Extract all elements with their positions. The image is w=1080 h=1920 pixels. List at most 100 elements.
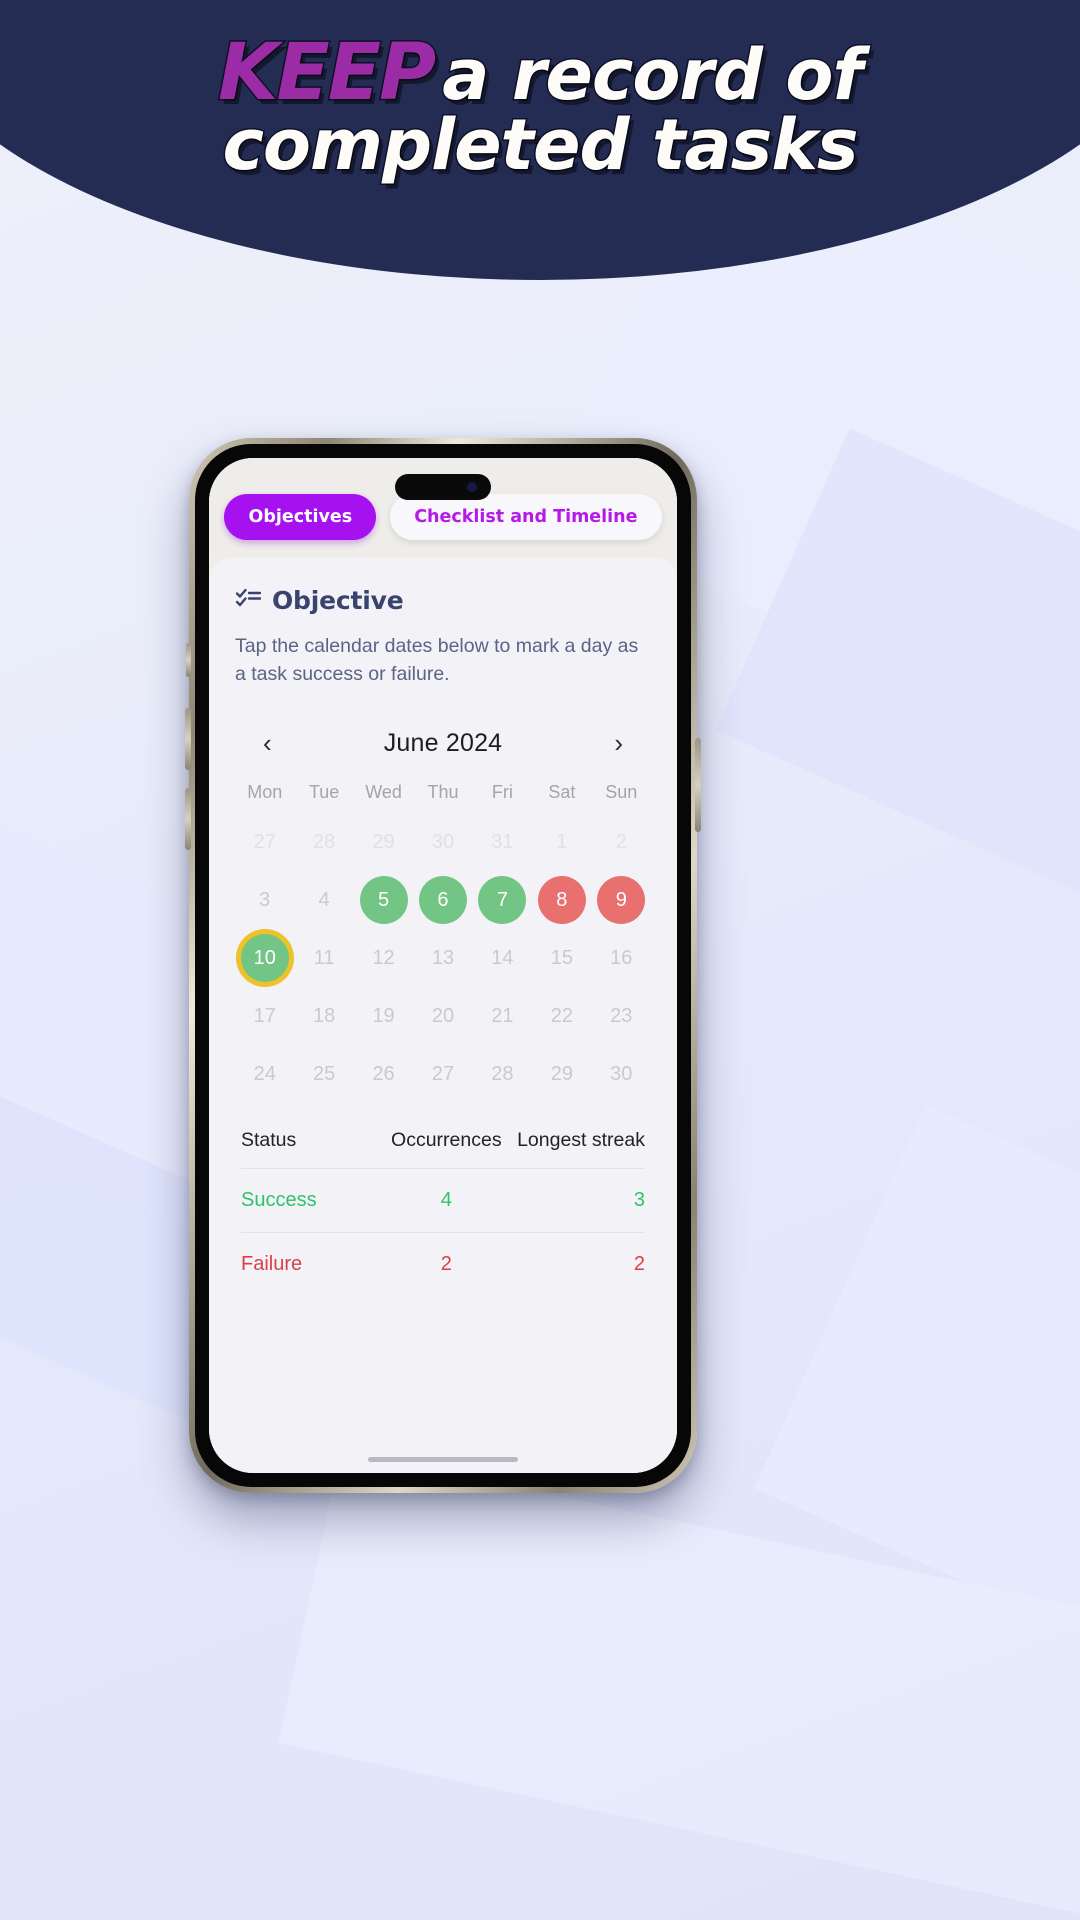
- calendar-day-27[interactable]: 27: [419, 1050, 467, 1098]
- phone-volume-up-button[interactable]: [185, 708, 191, 770]
- calendar-cell[interactable]: 22: [532, 987, 591, 1045]
- calendar-day-grid: 27 28 29 30 31 1 2 3 4 5 6 7 8 9 10 11 12 13 14 15 16 17 18 19 2…: [235, 813, 651, 1103]
- tab-objectives[interactable]: Objectives: [224, 494, 377, 540]
- calendar-day-8[interactable]: 8: [537, 876, 586, 925]
- calendar-day-26[interactable]: 26: [360, 1050, 408, 1098]
- calendar-day-13[interactable]: 13: [419, 934, 467, 982]
- calendar-cell[interactable]: 2: [592, 813, 651, 871]
- calendar-cell[interactable]: 17: [235, 987, 294, 1045]
- calendar-day-29[interactable]: 29: [538, 1050, 586, 1098]
- calendar-cell[interactable]: 23: [592, 987, 651, 1045]
- calendar-cell[interactable]: 8: [532, 871, 591, 929]
- calendar-weekday-sun: Sun: [605, 782, 638, 803]
- chevron-right-icon[interactable]: ›: [604, 726, 633, 760]
- phone-volume-down-button[interactable]: [185, 788, 191, 850]
- calendar-cell[interactable]: 30: [592, 1045, 651, 1103]
- calendar-cell[interactable]: 4: [294, 871, 353, 929]
- stats-col-longest-streak: Longest streak: [517, 1129, 645, 1152]
- calendar-cell[interactable]: 28: [294, 813, 353, 871]
- calendar-day-11[interactable]: 11: [300, 934, 348, 982]
- calendar-day-1[interactable]: 1: [538, 818, 586, 866]
- calendar-day-19[interactable]: 19: [360, 992, 408, 1040]
- calendar-day-9[interactable]: 9: [597, 876, 646, 925]
- calendar-day-16[interactable]: 16: [597, 934, 645, 982]
- calendar-day-20[interactable]: 20: [419, 992, 467, 1040]
- stats-cell-longest-streak: 3: [633, 1189, 645, 1212]
- calendar-cell[interactable]: 7: [473, 871, 532, 929]
- headline-line-2: completed tasks: [221, 104, 860, 187]
- table-row: Success 4 3: [241, 1168, 645, 1232]
- calendar-cell[interactable]: 11: [294, 929, 353, 987]
- calendar-cell[interactable]: 6: [413, 871, 472, 929]
- calendar-cell[interactable]: 3: [235, 871, 294, 929]
- stats-cell-longest-streak: 2: [633, 1253, 645, 1276]
- objective-header: Objective: [235, 586, 651, 615]
- chevron-left-icon[interactable]: ‹: [253, 726, 282, 760]
- phone-screen: Objectives Checklist and Timeline Object…: [209, 458, 677, 1473]
- calendar-day-31[interactable]: 31: [478, 818, 526, 866]
- calendar-day-28[interactable]: 28: [300, 818, 348, 866]
- home-indicator[interactable]: [368, 1457, 518, 1462]
- calendar-cell[interactable]: 28: [473, 1045, 532, 1103]
- calendar-cell[interactable]: 26: [354, 1045, 413, 1103]
- calendar-day-24[interactable]: 24: [241, 1050, 289, 1098]
- calendar-day-30[interactable]: 30: [597, 1050, 645, 1098]
- calendar-cell[interactable]: 12: [354, 929, 413, 987]
- calendar-day-27[interactable]: 27: [241, 818, 289, 866]
- calendar-day-14[interactable]: 14: [478, 934, 526, 982]
- calendar-cell[interactable]: 29: [532, 1045, 591, 1103]
- calendar-cell[interactable]: 9: [592, 871, 651, 929]
- calendar-cell[interactable]: 14: [473, 929, 532, 987]
- calendar-day-28[interactable]: 28: [478, 1050, 526, 1098]
- calendar-cell[interactable]: 27: [235, 813, 294, 871]
- stats-col-status: Status: [241, 1129, 297, 1152]
- calendar-day-30[interactable]: 30: [419, 818, 467, 866]
- objective-description: Tap the calendar dates below to mark a d…: [235, 635, 639, 685]
- calendar-weekday-thu: Thu: [427, 782, 459, 803]
- calendar-day-22[interactable]: 22: [538, 992, 586, 1040]
- phone-silent-switch[interactable]: [186, 643, 191, 677]
- calendar-day-12[interactable]: 12: [360, 934, 408, 982]
- calendar-cell[interactable]: 24: [235, 1045, 294, 1103]
- phone-power-button[interactable]: [695, 738, 701, 832]
- stats-col-occurrences: Occurrences: [391, 1129, 502, 1152]
- calendar-day-29[interactable]: 29: [360, 818, 408, 866]
- promo-headline: KEEP a record of completed tasks: [0, 33, 1080, 187]
- calendar-cell[interactable]: 20: [413, 987, 472, 1045]
- calendar-cell[interactable]: 10: [235, 929, 294, 987]
- objective-title: Objective: [272, 586, 404, 615]
- tab-bar: Objectives Checklist and Timeline: [209, 458, 677, 558]
- calendar-weekday-row: Mon Tue Wed Thu Fri Sat Sun: [235, 782, 651, 813]
- calendar-month-label: June 2024: [383, 728, 503, 757]
- calendar-cell[interactable]: 25: [294, 1045, 353, 1103]
- calendar-cell[interactable]: 30: [413, 813, 472, 871]
- calendar-day-15[interactable]: 15: [538, 934, 586, 982]
- calendar-cell[interactable]: 13: [413, 929, 472, 987]
- calendar-day-25[interactable]: 25: [300, 1050, 348, 1098]
- front-camera-icon: [467, 482, 477, 492]
- calendar-cell[interactable]: 15: [532, 929, 591, 987]
- calendar-day-10[interactable]: 10: [240, 934, 289, 983]
- calendar-day-18[interactable]: 18: [300, 992, 348, 1040]
- calendar-cell[interactable]: 5: [354, 871, 413, 929]
- calendar-day-7[interactable]: 7: [478, 876, 527, 925]
- calendar-cell[interactable]: 31: [473, 813, 532, 871]
- calendar-day-6[interactable]: 6: [418, 876, 467, 925]
- calendar-day-23[interactable]: 23: [597, 992, 645, 1040]
- calendar-day-2[interactable]: 2: [597, 818, 645, 866]
- calendar-cell[interactable]: 1: [532, 813, 591, 871]
- calendar-day-3[interactable]: 3: [241, 876, 289, 924]
- calendar-day-4[interactable]: 4: [300, 876, 348, 924]
- calendar-day-21[interactable]: 21: [478, 992, 526, 1040]
- stats-cell-occurrences: 4: [440, 1189, 452, 1212]
- calendar-cell[interactable]: 29: [354, 813, 413, 871]
- calendar-cell[interactable]: 27: [413, 1045, 472, 1103]
- stats-cell-status: Success: [241, 1189, 317, 1212]
- calendar-cell[interactable]: 18: [294, 987, 353, 1045]
- calendar-cell[interactable]: 21: [473, 987, 532, 1045]
- calendar-cell[interactable]: 16: [592, 929, 651, 987]
- calendar-cell[interactable]: 19: [354, 987, 413, 1045]
- calendar-day-17[interactable]: 17: [241, 992, 289, 1040]
- calendar-day-5[interactable]: 5: [359, 876, 408, 925]
- tab-checklist-and-timeline[interactable]: Checklist and Timeline: [390, 494, 662, 540]
